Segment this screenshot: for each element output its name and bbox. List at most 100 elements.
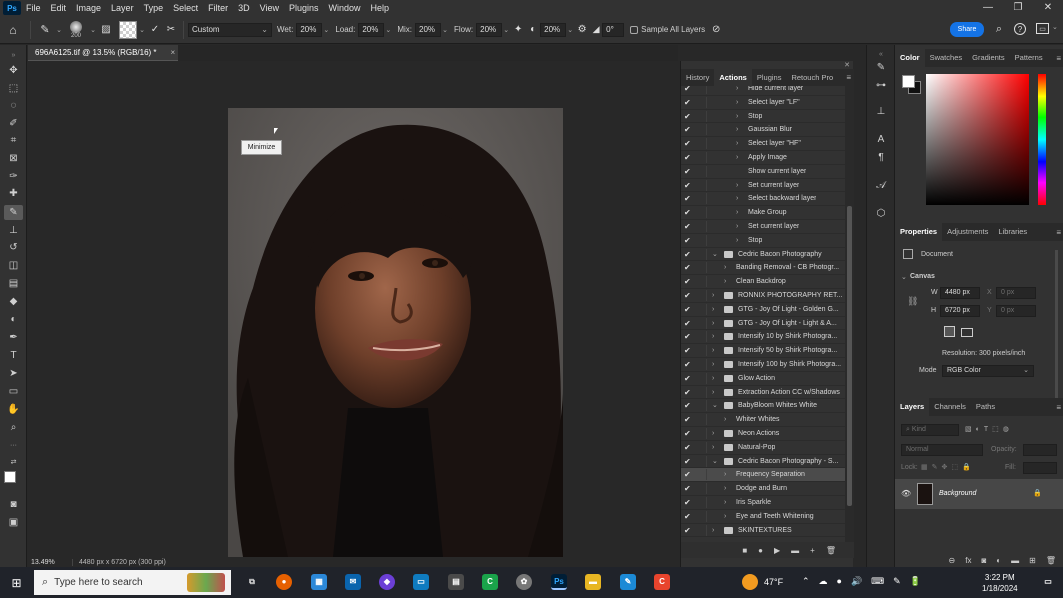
maximize-button[interactable]: ❐: [1003, 0, 1033, 16]
chevron-right-icon[interactable]: ›: [712, 372, 714, 385]
copilot-icon[interactable]: ◆: [379, 574, 395, 590]
action-row[interactable]: ✔ › Make Group: [681, 206, 845, 220]
quick-mask-icon[interactable]: ◙: [4, 497, 23, 512]
toggle-checkmark-icon[interactable]: ✔: [684, 96, 694, 109]
camtasia-icon[interactable]: C: [482, 574, 498, 590]
action-row[interactable]: ✔ › Clean Backdrop: [681, 275, 845, 289]
notifications-icon[interactable]: ▭: [1040, 574, 1056, 590]
landscape-orientation-icon[interactable]: [961, 328, 973, 337]
toggle-checkmark-icon[interactable]: ✔: [684, 151, 694, 164]
menu-type[interactable]: Type: [139, 3, 169, 13]
trash-icon[interactable]: 🗑: [826, 546, 836, 555]
chevron-right-icon[interactable]: ›: [736, 179, 738, 192]
action-set-row[interactable]: ✔ › Glow Action: [681, 372, 845, 386]
panel-menu-icon[interactable]: ≡: [1056, 403, 1061, 412]
toggle-checkmark-icon[interactable]: ✔: [684, 303, 694, 316]
collapse-icon[interactable]: »: [4, 48, 23, 63]
action-set-row[interactable]: ✔ › RONNIX PHOTOGRAPHY RET...: [681, 289, 845, 303]
panel-menu-icon[interactable]: ≡: [846, 73, 851, 82]
dialog-toggle-box[interactable]: [698, 207, 707, 219]
dialog-toggle-box[interactable]: [698, 497, 707, 508]
remote-desktop-icon[interactable]: ▭: [413, 574, 429, 590]
toggle-checkmark-icon[interactable]: ✔: [684, 510, 694, 523]
dialog-toggle-box[interactable]: [698, 414, 707, 426]
marquee-tool-icon[interactable]: ⬚: [4, 81, 23, 96]
menu-edit[interactable]: Edit: [46, 3, 72, 13]
toggle-checkmark-icon[interactable]: ✔: [684, 220, 694, 233]
chevron-down-icon[interactable]: ⌄: [901, 273, 907, 281]
chevron-down-icon[interactable]: ⌄: [712, 399, 718, 412]
new-layer-icon[interactable]: ⊞: [1029, 556, 1036, 565]
home-icon[interactable]: ⌂: [0, 23, 26, 37]
sample-all-layers-checkbox[interactable]: [630, 25, 639, 34]
toggle-checkmark-icon[interactable]: ✔: [684, 192, 694, 205]
chevron-right-icon[interactable]: ›: [736, 234, 738, 247]
flow-field[interactable]: 20%: [476, 22, 503, 37]
mixer-brush-tool-icon[interactable]: ✎: [4, 205, 23, 220]
toggle-checkmark-icon[interactable]: ✔: [684, 386, 694, 399]
load-brush-icon[interactable]: ✓: [147, 24, 163, 35]
toggle-checkmark-icon[interactable]: ✔: [684, 468, 694, 481]
toggle-checkmark-icon[interactable]: ✔: [684, 289, 694, 302]
action-set-row[interactable]: ✔ › Neon Actions: [681, 427, 845, 441]
tab-paths[interactable]: Paths: [971, 398, 1000, 416]
chevron-right-icon[interactable]: ›: [712, 330, 714, 343]
dialog-toggle-box[interactable]: [698, 248, 707, 260]
action-row[interactable]: ✔ › Set current layer: [681, 220, 845, 234]
gear-icon[interactable]: ⚙: [574, 24, 590, 35]
chevron-down-icon[interactable]: ⌄: [322, 26, 330, 34]
stop-icon[interactable]: ■: [742, 546, 747, 555]
layer-row-background[interactable]: 👁 Background 🔒: [895, 479, 1063, 509]
trash-icon[interactable]: 🗑: [1046, 556, 1056, 565]
action-set-row[interactable]: ✔ › Intensify 50 by Shirk Photogra...: [681, 344, 845, 358]
wet-field[interactable]: 20%: [296, 22, 323, 37]
dialog-toggle-box[interactable]: [698, 317, 707, 329]
microsoft-store-icon[interactable]: ▦: [311, 574, 327, 590]
quick-selection-tool-icon[interactable]: ✐: [4, 116, 23, 131]
dialog-toggle-box[interactable]: [698, 386, 707, 398]
firefox-icon[interactable]: ●: [276, 574, 292, 590]
chevron-right-icon[interactable]: ›: [712, 303, 714, 316]
action-row[interactable]: ✔ › Select layer "LF": [681, 96, 845, 110]
smoothing-field[interactable]: 20%: [540, 22, 567, 37]
scrollbar-thumb[interactable]: [847, 206, 852, 506]
dialog-toggle-box[interactable]: [698, 234, 707, 246]
pen-tool-icon[interactable]: ✒: [4, 330, 23, 345]
action-set-row[interactable]: ✔ › Intensify 100 by Shirk Photogra...: [681, 358, 845, 372]
dialog-toggle-box[interactable]: [698, 372, 707, 384]
toggle-checkmark-icon[interactable]: ✔: [684, 123, 694, 136]
action-row[interactable]: ✔ › Hide current layer: [681, 86, 845, 96]
task-view-icon[interactable]: ⧉: [244, 574, 260, 590]
toggle-checkmark-icon[interactable]: ✔: [684, 261, 694, 274]
camtasia-recorder-icon[interactable]: C: [654, 574, 670, 590]
dialog-toggle-box[interactable]: [698, 96, 707, 108]
brush-settings-icon[interactable]: ✎: [873, 61, 889, 75]
layer-kind-filter[interactable]: ⌕ Kind: [901, 424, 959, 436]
toggle-checkmark-icon[interactable]: ✔: [684, 206, 694, 219]
mixer-brush-tool-icon[interactable]: ✎: [35, 23, 55, 36]
weather-temperature[interactable]: 47°F: [764, 577, 783, 587]
tab-color[interactable]: Color: [895, 49, 925, 67]
dialog-toggle-box[interactable]: [698, 262, 707, 274]
eye-icon[interactable]: 👁: [901, 489, 911, 498]
action-row[interactable]: ✔ › Stop: [681, 234, 845, 248]
toggle-checkmark-icon[interactable]: ✔: [684, 248, 694, 261]
dialog-toggle-box[interactable]: [698, 124, 707, 136]
chevron-right-icon[interactable]: ›: [736, 220, 738, 233]
dialog-toggle-box[interactable]: [698, 455, 707, 467]
toggle-checkmark-icon[interactable]: ✔: [684, 399, 694, 412]
preset-select[interactable]: Custom ⌄: [188, 22, 272, 37]
chevron-right-icon[interactable]: ›: [724, 468, 726, 481]
link-layers-icon[interactable]: ⊖: [949, 556, 956, 565]
default-colors-icon[interactable]: ⇄: [4, 455, 23, 470]
chevron-down-icon[interactable]: ⌄: [55, 26, 63, 34]
toggle-checkmark-icon[interactable]: ✔: [684, 234, 694, 247]
toggle-checkmark-icon[interactable]: ✔: [684, 344, 694, 357]
fx-icon[interactable]: fx: [965, 556, 971, 565]
tab-channels[interactable]: Channels: [929, 398, 971, 416]
new-set-icon[interactable]: ▬: [791, 546, 799, 555]
search-icon[interactable]: ⌕: [993, 23, 1005, 36]
dialog-toggle-box[interactable]: [698, 400, 707, 412]
portrait-photo[interactable]: [228, 108, 563, 557]
chevron-right-icon[interactable]: ›: [736, 96, 738, 109]
